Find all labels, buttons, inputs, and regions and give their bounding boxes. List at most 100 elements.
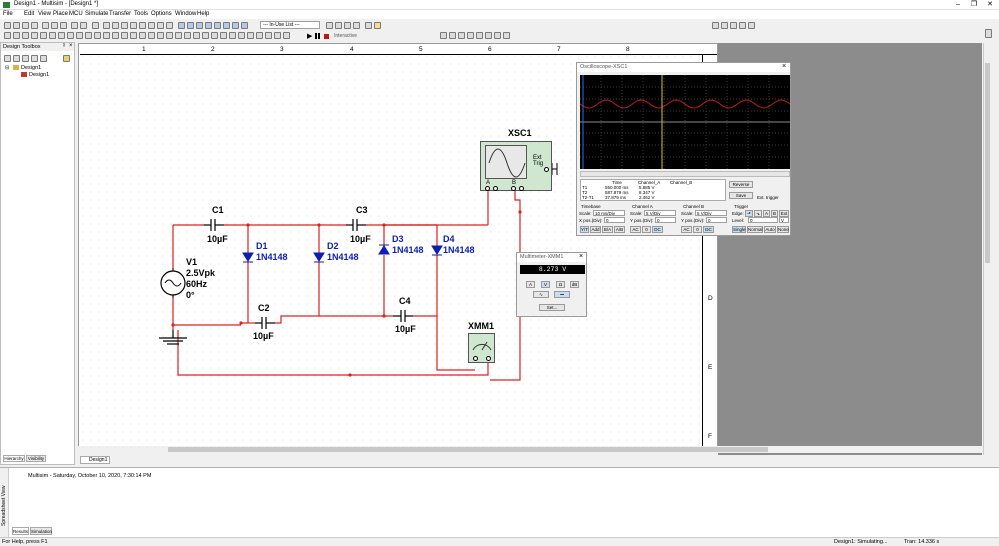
xsc1-ref: XSC1 xyxy=(508,128,532,138)
tab-results[interactable]: Results xyxy=(12,527,29,535)
spreadsheet-side-bar: Spreadsheet View xyxy=(0,468,9,537)
mode-ohmmeter-button[interactable]: Ω xyxy=(556,281,565,288)
d3-ref: D3 xyxy=(392,234,404,244)
trigger-src-b[interactable]: B xyxy=(771,210,778,217)
circuit-wires xyxy=(159,163,558,381)
multimeter-display: 8.273 V xyxy=(520,265,585,274)
v1-amplitude: 2.5Vpk xyxy=(186,268,216,278)
level-field[interactable]: 0 xyxy=(748,217,778,223)
tab-simulation[interactable]: Simulation xyxy=(30,527,52,535)
c4-ref: C4 xyxy=(399,296,411,306)
d3-model: 1N4148 xyxy=(392,245,424,255)
trigger-normal-button[interactable]: Normal xyxy=(747,226,763,233)
xsc1-screen-icon xyxy=(485,145,527,179)
status-bar: For Help, press F1 Design1: Simulating..… xyxy=(0,537,999,546)
channel-a-label: Channel A xyxy=(632,204,653,209)
trigger-auto-button[interactable]: Auto xyxy=(764,226,776,233)
spreadsheet-side-label: Spreadsheet View xyxy=(1,485,7,527)
multimeter-close-icon[interactable]: × xyxy=(579,253,583,260)
xsc1-b-minus-terminal[interactable] xyxy=(519,186,524,191)
xsc1-b-plus-terminal[interactable] xyxy=(511,186,516,191)
v1-frequency: 60Hz xyxy=(186,279,208,289)
v1-phase: 0° xyxy=(186,290,195,300)
cursor-diff-label: T2-T1 xyxy=(582,195,595,200)
v1-ref: V1 xyxy=(186,257,198,267)
xmm1-symbol[interactable] xyxy=(468,333,495,363)
xmm1-plus-terminal[interactable] xyxy=(473,356,478,361)
d2-model: 1N4148 xyxy=(327,252,359,262)
status-help: For Help, press F1 xyxy=(2,539,48,545)
c2-ref: C2 xyxy=(258,303,270,313)
d4-model: 1N4148 xyxy=(443,245,475,255)
chb-dc-button[interactable]: DC xyxy=(703,226,714,233)
edge-label: Edge: xyxy=(732,211,744,216)
xsc1-a-minus-terminal[interactable] xyxy=(493,186,498,191)
scope-save-button[interactable]: Save xyxy=(729,192,753,199)
mode-db-button[interactable]: dB xyxy=(570,281,579,288)
reverse-button[interactable]: Reverse xyxy=(729,181,753,188)
cha-ypos-label: Y pos.(Div): xyxy=(630,218,654,223)
xsc1-a-plus-terminal[interactable] xyxy=(485,186,490,191)
cursor-col-chb: Channel_B xyxy=(670,180,693,185)
chb-ac-button[interactable]: AC xyxy=(681,226,692,233)
d2-ref: D2 xyxy=(327,241,339,251)
xpos-field[interactable]: 0 xyxy=(604,217,625,223)
c3-ref: C3 xyxy=(356,205,368,215)
level-unit[interactable]: V xyxy=(779,217,789,223)
cha-scale-field[interactable]: 5 V/Div xyxy=(644,210,676,216)
c3-value: 10µF xyxy=(350,234,371,244)
multimeter-title: Multimeter-XMM1 xyxy=(517,253,586,262)
trigger-label: Trigger xyxy=(734,204,749,209)
dc-mode-icon[interactable]: ⎓ xyxy=(554,291,570,298)
oscilloscope-scrollbar[interactable] xyxy=(580,171,790,177)
cursor-diff-cha: 2.462 V xyxy=(639,195,655,200)
xmm1-ref: XMM1 xyxy=(468,321,495,331)
edge-rising-icon[interactable]: ⬏ xyxy=(745,210,753,217)
timebase-scale-field[interactable]: 10 ms/Div xyxy=(593,210,625,216)
cha-ac-button[interactable]: AC xyxy=(630,226,641,233)
cha-ypos-field[interactable]: 0 xyxy=(655,217,676,223)
c1-value: 10µF xyxy=(207,234,228,244)
output-log-line: Multisim - Saturday, October 10, 2020, 7… xyxy=(28,473,152,479)
status-simulating: Design1: Simulating... xyxy=(834,539,888,545)
ac-mode-icon[interactable]: ∿ xyxy=(533,291,549,298)
add-button[interactable]: Add xyxy=(590,226,601,233)
multimeter-window: Multimeter-XMM1 × 8.273 V A V Ω dB ∿ ⎓ S… xyxy=(516,252,587,317)
cha-zero-button[interactable]: 0 xyxy=(642,226,651,233)
xsc1-ext-trig-label: Ext Trig xyxy=(533,155,544,167)
xsc1-ext-terminal[interactable] xyxy=(544,167,549,172)
trigger-src-a[interactable]: A xyxy=(763,210,770,217)
c2-value: 10µF xyxy=(253,331,274,341)
mode-ammeter-button[interactable]: A xyxy=(526,281,535,288)
mode-voltmeter-button[interactable]: V xyxy=(541,281,550,288)
chb-scale-field[interactable]: 5 V/Div xyxy=(695,210,727,216)
level-label: Level: xyxy=(732,218,745,223)
oscilloscope-close-icon[interactable]: × xyxy=(782,63,786,70)
ab-button[interactable]: A/B xyxy=(614,226,625,233)
chb-ypos-label: Y pos.(Div): xyxy=(681,218,705,223)
ba-button[interactable]: B/A xyxy=(602,226,613,233)
d4-ref: D4 xyxy=(443,234,455,244)
timebase-label: Timebase xyxy=(581,204,601,209)
oscilloscope-screen[interactable] xyxy=(580,75,790,169)
meter-needle-icon xyxy=(472,341,492,351)
xmm1-minus-terminal[interactable] xyxy=(486,356,491,361)
status-tran-time: Tran: 14.336 s xyxy=(904,539,940,545)
chb-scale-label: Scale: xyxy=(681,211,694,216)
cursor-readout-table: Time Channel_A Channel_B T1 550.000 ms 5… xyxy=(580,179,726,201)
chb-zero-button[interactable]: 0 xyxy=(693,226,702,233)
trigger-src-ext[interactable]: Ext xyxy=(779,210,789,217)
chb-ypos-field[interactable]: 0 xyxy=(706,217,727,223)
cursor-diff-time: 37.879 ms xyxy=(605,195,627,200)
xpos-label: X pos.(Div): xyxy=(579,218,603,223)
cha-dc-button[interactable]: DC xyxy=(652,226,663,233)
d1-model: 1N4148 xyxy=(256,252,288,262)
trigger-single-button[interactable]: Single xyxy=(732,226,746,233)
c4-value: 10µF xyxy=(395,324,416,334)
trigger-none-button[interactable]: None xyxy=(777,226,789,233)
edge-falling-icon[interactable]: ⬎ xyxy=(754,210,762,217)
channel-b-label: Channel B xyxy=(683,204,705,209)
multimeter-set-button[interactable]: Set... xyxy=(539,304,565,311)
yt-button[interactable]: Y/T xyxy=(580,226,589,233)
xsc1-symbol[interactable]: Ext Trig A B xyxy=(480,141,552,191)
